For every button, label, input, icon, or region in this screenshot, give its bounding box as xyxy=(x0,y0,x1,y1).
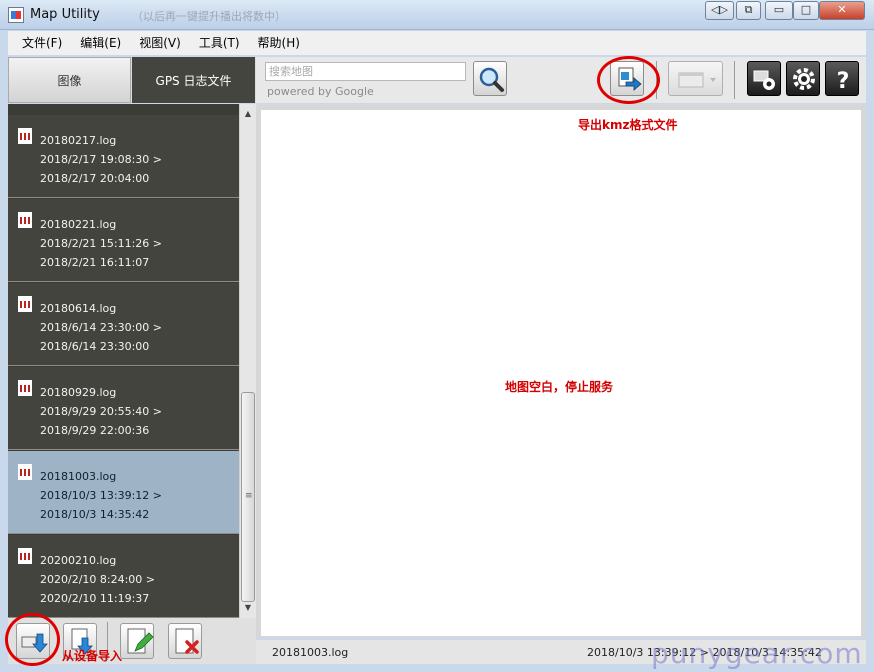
menu-file[interactable]: 文件(F) xyxy=(22,31,62,55)
edit-log-button[interactable] xyxy=(120,623,154,659)
map-blank-annotation-label: 地图空白，停止服务 xyxy=(505,380,614,394)
log-end-time: 2018/10/3 14:35:42 xyxy=(40,508,150,521)
gps-log-file-icon xyxy=(18,380,32,396)
log-list-item[interactable]: 20200210.log 2020/2/10 8:24:00 > 2020/2/… xyxy=(8,535,239,618)
title-bar: Map Utility （以后再一键提升播出将数中） ◁▷ ⧉ ▭ □ ✕ xyxy=(0,0,874,30)
svg-text:?: ? xyxy=(837,69,850,94)
device-gear-icon xyxy=(753,70,775,90)
map-canvas[interactable] xyxy=(261,110,861,636)
edit-file-icon xyxy=(127,628,154,654)
help-icon: ? xyxy=(837,69,850,94)
device-settings-button[interactable] xyxy=(747,61,781,96)
log-end-time: 2018/2/17 20:04:00 xyxy=(40,172,150,185)
close-button[interactable]: ✕ xyxy=(819,1,865,20)
scroll-down-icon[interactable]: ▼ xyxy=(240,600,256,616)
log-file-name: 20200210.log xyxy=(40,554,117,567)
minimize-button[interactable]: ▭ xyxy=(765,1,793,20)
import-highlight-circle xyxy=(5,613,60,666)
window-subtitle: （以后再一键提升播出将数中） xyxy=(132,10,286,23)
gps-log-file-icon xyxy=(18,296,32,312)
delete-log-button[interactable] xyxy=(168,623,202,659)
menu-edit[interactable]: 编辑(E) xyxy=(80,31,121,55)
gear-icon xyxy=(793,68,815,90)
menu-help[interactable]: 帮助(H) xyxy=(258,31,300,55)
log-start-time: 2020/2/10 8:24:00 > xyxy=(40,573,156,586)
log-list-item[interactable]: 20180217.log 2018/2/17 19:08:30 > 2018/2… xyxy=(8,115,239,198)
log-list-item-selected[interactable]: 20181003.log 2018/10/3 13:39:12 > 2018/1… xyxy=(8,451,239,534)
gps-log-list: 20180217.log 2018/2/17 19:08:30 > 2018/2… xyxy=(8,104,239,618)
log-end-time: 2018/9/29 22:00:36 xyxy=(40,424,150,437)
search-button[interactable] xyxy=(473,61,507,96)
log-list-scrollbar[interactable]: ▲ ≡ ▼ xyxy=(239,104,256,618)
export-annotation-label: 导出kmz格式文件 xyxy=(578,118,678,132)
log-end-time: 2018/2/21 16:11:07 xyxy=(40,256,150,269)
map-search-input[interactable] xyxy=(265,62,466,81)
log-file-name: 20180614.log xyxy=(40,302,117,315)
log-start-time: 2018/2/21 15:11:26 > xyxy=(40,237,163,250)
import-annotation-label: 从设备导入 xyxy=(62,649,123,663)
log-file-name: 20181003.log xyxy=(40,470,117,483)
tab-images[interactable]: 图像 xyxy=(8,57,131,103)
window-layout-icon xyxy=(678,72,716,88)
window-layout-dropdown[interactable] xyxy=(668,61,723,96)
log-file-name: 20180221.log xyxy=(40,218,117,231)
log-end-time: 2018/6/14 23:30:00 xyxy=(40,340,150,353)
gps-log-file-icon xyxy=(18,548,32,564)
log-start-time: 2018/10/3 13:39:12 > xyxy=(40,489,163,502)
log-start-time: 2018/6/14 23:30:00 > xyxy=(40,321,163,334)
gps-log-file-icon xyxy=(18,128,32,144)
watermark: punygear.com xyxy=(651,637,863,670)
status-file-name: 20181003.log xyxy=(272,646,349,659)
toolbar-separator xyxy=(734,61,735,99)
map-panel xyxy=(256,104,866,638)
app-icon xyxy=(8,7,24,23)
help-button[interactable]: ? xyxy=(825,61,859,96)
powered-by-google: powered by Google xyxy=(267,85,374,98)
log-list-item[interactable]: 20180221.log 2018/2/21 15:11:26 > 2018/2… xyxy=(8,199,239,282)
menu-bar: 文件(F) 编辑(E) 视图(V) 工具(T) 帮助(H) xyxy=(8,31,866,55)
tab-gps-logs[interactable]: GPS 日志文件 xyxy=(132,57,255,103)
log-end-time: 2020/2/10 11:19:37 xyxy=(40,592,150,605)
log-start-time: 2018/2/17 19:08:30 > xyxy=(40,153,163,166)
map-toolbar: powered by Google xyxy=(256,57,866,103)
window-title: Map Utility xyxy=(30,7,100,22)
panel-tabs: 图像 GPS 日志文件 xyxy=(8,57,256,103)
log-list-item[interactable]: 20180614.log 2018/6/14 23:30:00 > 2018/6… xyxy=(8,283,239,366)
export-highlight-circle xyxy=(597,56,660,104)
restore-small-button[interactable]: ⧉ xyxy=(736,1,761,20)
scroll-up-icon[interactable]: ▲ xyxy=(240,106,256,122)
search-icon xyxy=(479,67,504,92)
grip-icon: ≡ xyxy=(245,491,253,501)
log-file-name: 20180217.log xyxy=(40,134,117,147)
delete-file-icon xyxy=(175,628,199,654)
log-file-name: 20180929.log xyxy=(40,386,117,399)
gps-log-file-icon xyxy=(18,464,32,480)
maximize-button[interactable]: □ xyxy=(793,1,819,20)
log-list-item[interactable]: 20180929.log 2018/9/29 20:55:40 > 2018/9… xyxy=(8,367,239,450)
scrollbar-thumb[interactable]: ≡ xyxy=(241,392,255,602)
settings-button[interactable] xyxy=(786,61,820,96)
gps-log-file-icon xyxy=(18,212,32,228)
menu-tools[interactable]: 工具(T) xyxy=(199,31,240,55)
nav-window-button[interactable]: ◁▷ xyxy=(705,1,734,20)
log-start-time: 2018/9/29 20:55:40 > xyxy=(40,405,163,418)
menu-view[interactable]: 视图(V) xyxy=(139,31,181,55)
